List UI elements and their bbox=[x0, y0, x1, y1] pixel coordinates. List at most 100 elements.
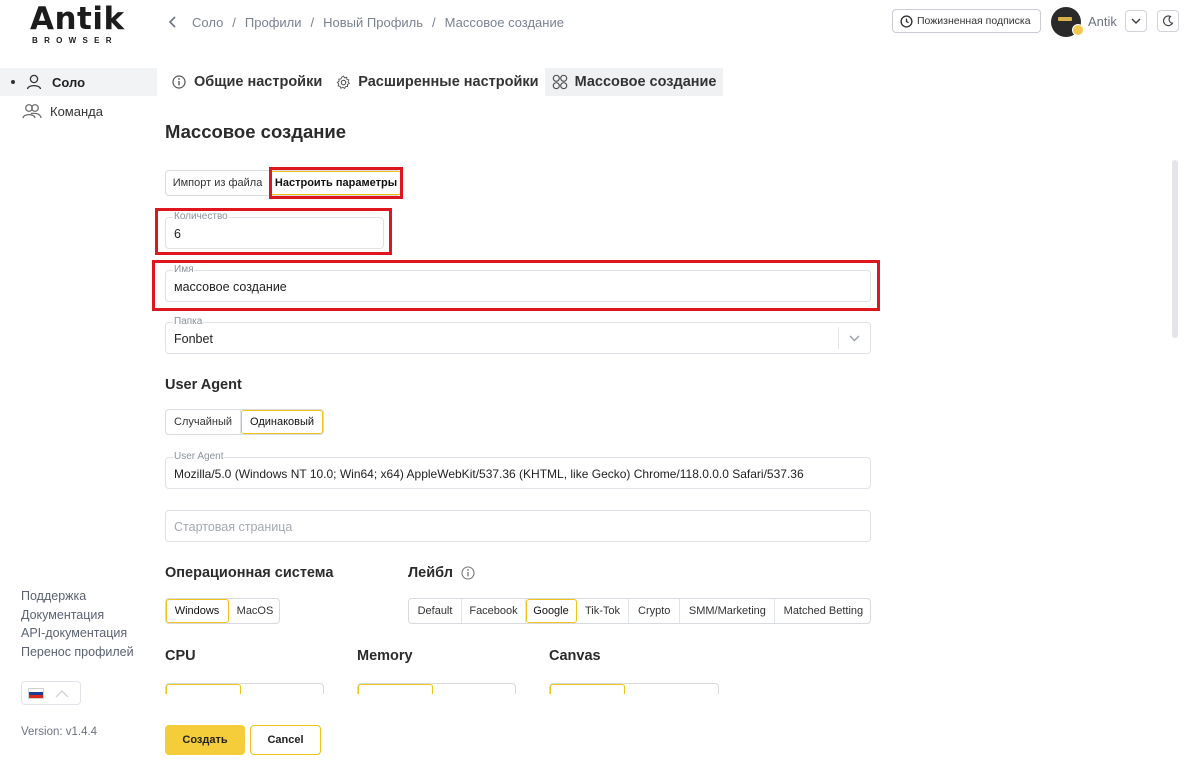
breadcrumb-solo[interactable]: Соло bbox=[192, 15, 223, 30]
link-transfer-profiles[interactable]: Перенос профилей bbox=[21, 643, 134, 662]
logo-wordmark: Antik bbox=[30, 1, 125, 37]
label-toggle: Default Facebook Google Tik-Tok Crypto S… bbox=[408, 598, 871, 624]
sidebar-item-label: Команда bbox=[50, 103, 103, 119]
user-icon bbox=[24, 72, 44, 92]
memory-heading: Memory bbox=[357, 648, 413, 664]
os-macos-option[interactable]: MacOS bbox=[229, 599, 281, 623]
memory-option-selected[interactable] bbox=[358, 684, 434, 694]
cancel-button[interactable]: Cancel bbox=[250, 725, 321, 755]
start-page-field[interactable]: Стартовая страница bbox=[165, 510, 871, 542]
tab-label: Массовое создание bbox=[574, 74, 717, 90]
avatar-logo-mark bbox=[1058, 17, 1072, 21]
memory-toggle-clipped bbox=[357, 683, 517, 694]
label-crypto-option[interactable]: Crypto bbox=[629, 599, 681, 623]
breadcrumb-new-profile[interactable]: Новый Профиль bbox=[323, 15, 423, 30]
app-logo[interactable]: Antik BROWSER bbox=[30, 1, 126, 46]
quantity-value: 6 bbox=[174, 227, 181, 241]
tab-general-settings[interactable]: Общие настройки bbox=[164, 68, 328, 96]
breadcrumb-separator: / bbox=[232, 14, 236, 30]
user-menu-button[interactable] bbox=[1125, 10, 1147, 32]
app-version: Version: v1.4.4 bbox=[21, 726, 98, 738]
user-agent-mode-toggle: Случайный Одинаковый bbox=[165, 409, 324, 435]
link-documentation[interactable]: Документация bbox=[21, 606, 134, 625]
os-heading: Операционная система bbox=[165, 565, 334, 581]
language-select[interactable] bbox=[21, 681, 81, 705]
active-bullet bbox=[11, 80, 15, 84]
subscription-label: Пожизненная подписка bbox=[917, 15, 1031, 27]
theme-toggle-button[interactable] bbox=[1157, 10, 1179, 32]
label-tiktok-option[interactable]: Tik-Tok bbox=[577, 599, 629, 623]
start-page-placeholder: Стартовая страница bbox=[174, 520, 293, 534]
user-name[interactable]: Antik bbox=[1088, 14, 1117, 29]
os-windows-option[interactable]: Windows bbox=[166, 599, 229, 623]
canvas-heading: Canvas bbox=[549, 648, 601, 664]
create-button[interactable]: Создать bbox=[165, 725, 245, 755]
link-support[interactable]: Поддержка bbox=[21, 587, 134, 606]
tab-label: Общие настройки bbox=[194, 74, 323, 90]
grid-icon bbox=[551, 73, 569, 91]
label-heading-row: Лейбл bbox=[408, 565, 475, 581]
os-toggle: Windows MacOS bbox=[165, 598, 280, 624]
label-default-option[interactable]: Default bbox=[409, 599, 462, 623]
cpu-heading: CPU bbox=[165, 648, 196, 664]
page-title: Массовое создание bbox=[165, 121, 347, 142]
canvas-option-selected[interactable] bbox=[550, 684, 626, 694]
breadcrumb-separator: / bbox=[310, 14, 315, 30]
breadcrumb-current: Массовое создание bbox=[444, 14, 564, 30]
field-label: Папка bbox=[173, 316, 204, 328]
breadcrumb: Соло / Профили / Новый Профиль / Массово… bbox=[164, 12, 564, 32]
folder-select[interactable]: Папка Fonbet bbox=[165, 316, 871, 354]
name-field[interactable]: Имя массовое создание bbox=[165, 264, 871, 302]
info-icon[interactable] bbox=[461, 566, 475, 580]
settings-tabs: Общие настройки Расширенные настройки Ма… bbox=[164, 68, 723, 96]
link-api-docs[interactable]: API-документация bbox=[21, 624, 134, 643]
tab-label: Расширенные настройки bbox=[358, 74, 539, 90]
user-agent-field[interactable]: User Agent Mozilla/5.0 (Windows NT 10.0;… bbox=[165, 451, 871, 489]
sidebar-item-label: Соло bbox=[52, 74, 86, 90]
label-google-option[interactable]: Google bbox=[526, 599, 577, 623]
user-agent-value: Mozilla/5.0 (Windows NT 10.0; Win64; x64… bbox=[174, 467, 804, 481]
field-label: Имя bbox=[173, 264, 195, 276]
chevron-down-icon bbox=[1131, 17, 1141, 24]
chevron-up-icon bbox=[55, 689, 69, 697]
info-icon bbox=[170, 73, 188, 91]
label-matched-betting-option[interactable]: Matched Betting bbox=[775, 599, 871, 623]
gear-icon bbox=[334, 73, 352, 91]
subscription-badge[interactable]: Пожизненная подписка bbox=[892, 9, 1041, 33]
import-from-file-option[interactable]: Импорт из файла bbox=[166, 171, 270, 195]
tab-bulk-create[interactable]: Массовое создание bbox=[544, 68, 723, 96]
breadcrumb-profiles[interactable]: Профили bbox=[245, 15, 302, 30]
sidebar-item-team[interactable]: Команда bbox=[0, 97, 157, 125]
user-agent-heading: User Agent bbox=[165, 377, 242, 393]
cpu-toggle-clipped bbox=[165, 683, 325, 694]
ua-random-option[interactable]: Случайный bbox=[166, 410, 241, 434]
canvas-toggle-clipped bbox=[549, 683, 720, 694]
field-label: User Agent bbox=[173, 451, 225, 463]
tab-advanced-settings[interactable]: Расширенные настройки bbox=[328, 68, 544, 96]
clock-icon bbox=[900, 14, 913, 28]
back-chevron-icon[interactable] bbox=[164, 14, 180, 30]
field-label: Количество bbox=[173, 211, 229, 223]
moon-icon bbox=[1162, 15, 1174, 27]
label-heading: Лейбл bbox=[408, 565, 453, 581]
folder-value: Fonbet bbox=[174, 332, 213, 346]
label-smm-option[interactable]: SMM/Marketing bbox=[680, 599, 776, 623]
logo-subtitle: BROWSER bbox=[32, 36, 118, 45]
breadcrumb-separator: / bbox=[432, 14, 436, 30]
quantity-field[interactable]: Количество 6 bbox=[165, 211, 384, 249]
users-icon bbox=[22, 101, 42, 121]
chevron-down-icon[interactable] bbox=[838, 327, 870, 349]
sidebar-item-solo[interactable]: Соло bbox=[0, 68, 157, 96]
canvas-option[interactable] bbox=[625, 684, 718, 694]
memory-option[interactable] bbox=[433, 684, 515, 694]
premium-star-icon bbox=[1072, 24, 1084, 36]
label-facebook-option[interactable]: Facebook bbox=[462, 599, 526, 623]
cpu-option[interactable] bbox=[241, 684, 323, 694]
name-value: массовое создание bbox=[174, 280, 287, 294]
ua-same-option[interactable]: Одинаковый bbox=[241, 410, 323, 434]
import-mode-toggle: Импорт из файла Настроить параметры bbox=[165, 170, 402, 196]
configure-params-option[interactable]: Настроить параметры bbox=[270, 171, 402, 195]
scrollbar[interactable] bbox=[1172, 160, 1178, 338]
cpu-option-selected[interactable] bbox=[166, 684, 242, 694]
sidebar-links: Поддержка Документация API-документация … bbox=[21, 587, 134, 662]
